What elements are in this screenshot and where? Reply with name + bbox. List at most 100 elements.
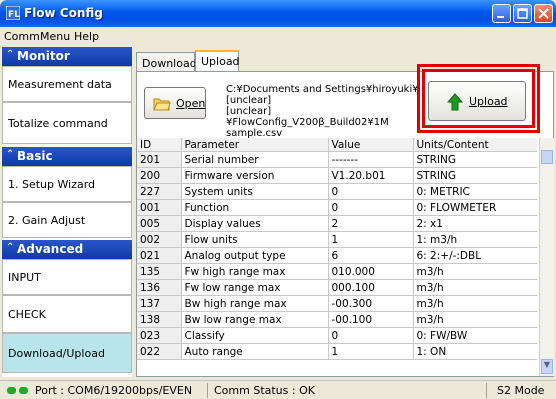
sidebar-item-setup-wizard[interactable]: 1. Setup Wizard (2, 166, 132, 202)
table-row[interactable]: 135 Fw high range max 010.000 m3/h (137, 263, 537, 280)
cell-value: 1 (328, 231, 414, 248)
sidebar-item-check[interactable]: CHECK (2, 295, 132, 333)
cell-units: STRING (413, 167, 537, 184)
column-header-parameter[interactable]: Parameter (181, 138, 329, 152)
cell-id: 137 (137, 295, 182, 312)
file-path: C:¥Documents and Settings¥hiroyuki¥[uncl… (226, 84, 426, 139)
port-status: Port : COM6/19200bps/EVEN (35, 384, 193, 397)
sidebar-item-label: 1. Setup Wizard (8, 178, 96, 191)
menu-help[interactable]: Help (74, 30, 99, 43)
cell-units: m3/h (413, 311, 537, 328)
table-row[interactable]: 021 Analog output type 6 6: 2:+/-:DBL (137, 247, 537, 264)
cell-id: 200 (137, 167, 182, 184)
section-monitor-header[interactable]: ⌃ Monitor (2, 47, 132, 66)
sidebar-item-download-upload[interactable]: Download/Upload (2, 333, 132, 373)
svg-text:FL: FL (8, 10, 20, 20)
window-title: Flow Config (24, 6, 103, 20)
sidebar-item-totalize-command[interactable]: Totalize command (2, 102, 132, 144)
cell-id: 201 (137, 151, 182, 168)
table-row[interactable]: 136 Fw low range max 000.100 m3/h (137, 279, 537, 296)
collapse-icon: ⌃ (6, 49, 15, 60)
table-scrollbar[interactable]: ▼ (539, 138, 554, 376)
scrollbar-thumb[interactable] (541, 150, 553, 164)
table-row[interactable]: 201 Serial number ------- STRING (137, 151, 537, 168)
cell-units: 1: m3/h (413, 231, 537, 248)
status-led-icon (19, 387, 28, 394)
table-row[interactable]: 200 Firmware version V1.20.b01 STRING (137, 167, 537, 184)
cell-id: 005 (137, 215, 182, 232)
column-header-value[interactable]: Value (328, 138, 414, 152)
menu-comm[interactable]: Comm (4, 30, 40, 43)
table-row[interactable]: 137 Bw high range max -00.300 m3/h (137, 295, 537, 312)
status-bar: Port : COM6/19200bps/EVEN Comm Status : … (0, 380, 556, 399)
cell-id: 136 (137, 279, 182, 296)
table-row[interactable]: 022 Auto range 1 1: ON (137, 343, 537, 360)
column-header-id[interactable]: ID (137, 138, 182, 152)
cell-units: 0: METRIC (413, 183, 537, 200)
collapse-icon: ⌃ (6, 149, 15, 160)
cell-units: 0: FW/BW (413, 327, 537, 344)
sidebar-item-measurement-data[interactable]: Measurement data (2, 66, 132, 102)
app-icon: FL (6, 6, 20, 20)
sidebar-item-label: CHECK (8, 308, 46, 321)
table-row[interactable]: 002 Flow units 1 1: m3/h (137, 231, 537, 248)
table-row[interactable]: 005 Display values 2 2: x1 (137, 215, 537, 232)
cell-parameter: Fw high range max (181, 263, 329, 280)
cell-value: 0 (328, 327, 414, 344)
cell-parameter: Classify (181, 327, 329, 344)
section-title: Basic (17, 149, 53, 163)
minimize-button[interactable] (492, 4, 511, 23)
tab-download[interactable]: Download (136, 52, 197, 72)
table-row[interactable]: 023 Classify 0 0: FW/BW (137, 327, 537, 344)
cell-value: -00.300 (328, 295, 414, 312)
parameter-table: ID Parameter Value Units/Content 201 Seri… (137, 138, 537, 376)
section-title: Advanced (17, 242, 84, 256)
cell-id: 023 (137, 327, 182, 344)
close-button[interactable] (534, 4, 553, 23)
title-bar[interactable]: FL Flow Config (0, 0, 556, 27)
highlight-frame-inner (422, 69, 535, 128)
status-separator (207, 383, 208, 398)
cell-parameter: Auto range (181, 343, 329, 360)
scroll-down-icon[interactable]: ▼ (541, 359, 553, 374)
cell-value: -00.100 (328, 311, 414, 328)
cell-value: V1.20.b01 (328, 167, 414, 184)
table-row[interactable]: 001 Function 0 0: FLOWMETER (137, 199, 537, 216)
cell-id: 022 (137, 343, 182, 360)
maximize-button[interactable] (513, 4, 532, 23)
table-header-row: ID Parameter Value Units/Content (137, 138, 537, 152)
sidebar: ⌃ Monitor Measurement data Totalize comm… (2, 47, 132, 377)
cell-parameter: Display values (181, 215, 329, 232)
section-basic-header[interactable]: ⌃ Basic (2, 147, 132, 166)
folder-icon (153, 98, 171, 111)
sidebar-item-label: INPUT (8, 271, 41, 284)
sidebar-item-label: 2. Gain Adjust (8, 214, 86, 227)
sidebar-item-label: Totalize command (8, 117, 108, 130)
cell-parameter: System units (181, 183, 329, 200)
menu-bar: Comm Menu Help (0, 27, 556, 45)
cell-parameter: Bw high range max (181, 295, 329, 312)
status-led-icon (7, 387, 16, 394)
cell-units: 6: 2:+/-:DBL (413, 247, 537, 264)
sidebar-item-input[interactable]: INPUT (2, 259, 132, 295)
column-header-units[interactable]: Units/Content (413, 138, 537, 152)
sidebar-item-gain-adjust[interactable]: 2. Gain Adjust (2, 202, 132, 238)
tab-upload[interactable]: Upload (195, 50, 240, 73)
cell-value: 010.000 (328, 263, 414, 280)
section-advanced-header[interactable]: ⌃ Advanced (2, 240, 132, 259)
cell-value: 0 (328, 183, 414, 200)
cell-units: m3/h (413, 295, 537, 312)
sidebar-item-label: Download/Upload (8, 347, 105, 360)
table-row[interactable]: 227 System units 0 0: METRIC (137, 183, 537, 200)
cell-units: 0: FLOWMETER (413, 199, 537, 216)
mode-status: S2 Mode (497, 384, 545, 397)
close-icon (538, 8, 549, 19)
cell-parameter: Function (181, 199, 329, 216)
cell-parameter: Fw low range max (181, 279, 329, 296)
cell-id: 021 (137, 247, 182, 264)
table-row[interactable]: 138 Bw low range max -00.100 m3/h (137, 311, 537, 328)
cell-parameter: Flow units (181, 231, 329, 248)
menu-menu[interactable]: Menu (40, 30, 70, 43)
open-button[interactable]: Open (144, 87, 206, 119)
cell-id: 135 (137, 263, 182, 280)
